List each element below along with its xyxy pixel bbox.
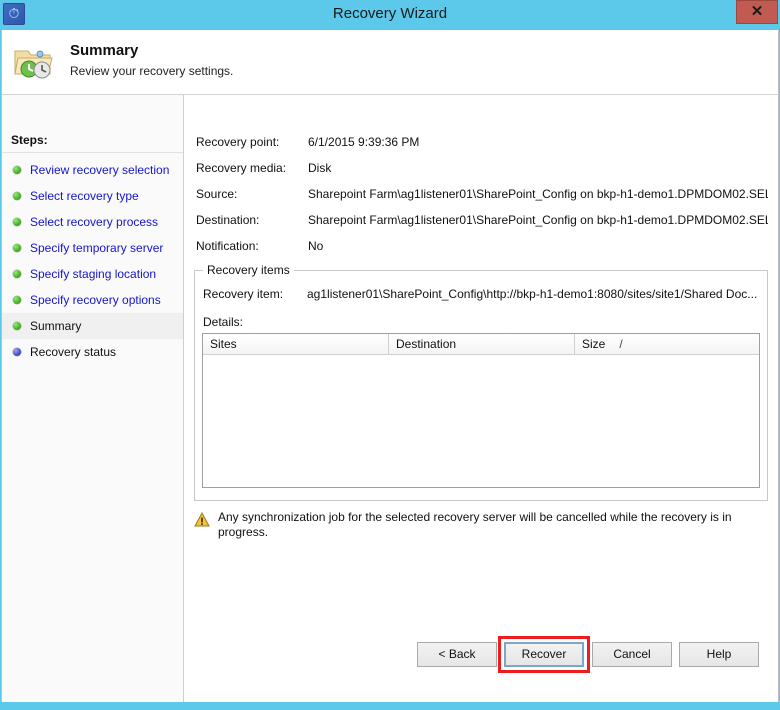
window-title: Recovery Wizard xyxy=(332,5,448,22)
sidebar-step-label: Summary xyxy=(30,319,82,333)
page-title: Summary xyxy=(70,42,139,59)
recovery-item-row: Recovery item: ag1listener01\SharePoint_… xyxy=(203,287,759,307)
column-header-sites-label: Sites xyxy=(210,337,237,351)
summary-content: Recovery point: 6/1/2015 9:39:36 PM Recove… xyxy=(184,95,778,702)
sidebar-step-specify-staging-location[interactable]: Specify staging location xyxy=(2,261,183,287)
step-bullet-icon xyxy=(13,296,21,304)
steps-heading: Steps: xyxy=(11,133,48,147)
step-bullet-icon xyxy=(13,322,21,330)
column-header-sites[interactable]: Sites xyxy=(203,334,389,354)
summary-row-label: Recovery media: xyxy=(196,161,287,175)
sidebar-step-label: Review recovery selection xyxy=(30,163,170,177)
sidebar-step-select-recovery-process[interactable]: Select recovery process xyxy=(2,209,183,235)
summary-row-value: Disk xyxy=(308,161,332,175)
sidebar-step-label: Specify staging location xyxy=(30,267,157,281)
step-bullet-icon xyxy=(13,192,21,200)
summary-row: Notification: No xyxy=(196,239,768,265)
details-table-header: Sites Destination Size / xyxy=(203,334,759,355)
wizard-header: Summary Review your recovery settings. xyxy=(2,30,778,95)
window-client-area: Summary Review your recovery settings. S… xyxy=(1,30,779,702)
recovery-item-label: Recovery item: xyxy=(203,287,284,301)
summary-row: Recovery point: 6/1/2015 9:39:36 PM xyxy=(196,135,768,161)
recovery-items-legend: Recovery items xyxy=(203,263,294,277)
step-bullet-icon xyxy=(13,348,21,356)
details-label: Details: xyxy=(203,315,244,329)
warning-text: Any synchronization job for the selected… xyxy=(218,510,732,539)
column-header-size-label: Size xyxy=(582,337,606,351)
sidebar-step-review-recovery-selection[interactable]: Review recovery selection xyxy=(2,157,183,183)
step-bullet-icon xyxy=(13,244,21,252)
sidebar-step-label: Select recovery type xyxy=(30,189,139,203)
sort-indicator-icon: / xyxy=(619,337,623,351)
sidebar-step-recovery-status[interactable]: Recovery status xyxy=(2,339,183,365)
recovery-wizard-window: ⏱ Recovery Wizard ✕ Summary Review your … xyxy=(0,0,780,710)
sidebar-step-specify-recovery-options[interactable]: Specify recovery options xyxy=(2,287,183,313)
help-button[interactable]: Help xyxy=(679,642,759,667)
close-icon[interactable]: ✕ xyxy=(736,0,778,24)
summary-row-label: Source: xyxy=(196,187,238,201)
sidebar-step-select-recovery-type[interactable]: Select recovery type xyxy=(2,183,183,209)
page-subtitle: Review your recovery settings. xyxy=(70,64,234,78)
summary-row: Recovery media: Disk xyxy=(196,161,768,187)
recovery-items-group: Recovery items Recovery item: ag1listene… xyxy=(194,263,768,501)
sidebar-step-label: Select recovery process xyxy=(30,215,159,229)
summary-row: Destination: Sharepoint Farm\ag1listener0… xyxy=(196,213,768,239)
details-table: Sites Destination Size / xyxy=(202,333,760,488)
sidebar-step-label: Specify temporary server xyxy=(30,241,164,255)
summary-row-label: Notification: xyxy=(196,239,259,253)
steps-sidebar: Steps: Review recovery selection Select r… xyxy=(2,95,184,702)
sidebar-step-specify-temporary-server[interactable]: Specify temporary server xyxy=(2,235,183,261)
details-table-body[interactable] xyxy=(203,355,759,487)
summary-rows: Recovery point: 6/1/2015 9:39:36 PM Recove… xyxy=(196,135,768,265)
recover-button[interactable]: Recover xyxy=(504,642,584,667)
folder-clock-icon xyxy=(12,42,54,82)
sidebar-step-summary[interactable]: Summary xyxy=(2,313,183,339)
summary-row: Source: Sharepoint Farm\ag1listener01\Sha… xyxy=(196,187,768,213)
sidebar-step-label: Specify recovery options xyxy=(30,293,161,307)
warning-triangle-icon xyxy=(194,511,210,527)
column-header-destination-label: Destination xyxy=(396,337,457,351)
summary-row-value: Sharepoint Farm\ag1listener01\SharePoint… xyxy=(308,213,768,227)
step-bullet-icon xyxy=(13,270,21,278)
steps-list: Review recovery selection Select recovery… xyxy=(2,157,183,365)
steps-divider xyxy=(2,152,183,153)
step-bullet-icon xyxy=(13,218,21,226)
summary-row-value: No xyxy=(308,239,324,253)
title-bar: ⏱ Recovery Wizard ✕ xyxy=(0,0,780,30)
footer-button-bar: < Back Recover Cancel Help xyxy=(184,626,778,702)
recovery-item-value: ag1listener01\SharePoint_Config\http://b… xyxy=(307,287,757,301)
step-bullet-icon xyxy=(13,166,21,174)
back-button[interactable]: < Back xyxy=(417,642,497,667)
summary-row-label: Destination: xyxy=(196,213,260,227)
summary-row-value: 6/1/2015 9:39:36 PM xyxy=(308,135,420,149)
cancel-button[interactable]: Cancel xyxy=(592,642,672,667)
column-header-destination[interactable]: Destination xyxy=(389,334,575,354)
window-bottom-strip xyxy=(0,702,780,710)
column-header-size[interactable]: Size / xyxy=(575,334,759,354)
summary-row-value: Sharepoint Farm\ag1listener01\SharePoint… xyxy=(308,187,768,201)
sidebar-step-label: Recovery status xyxy=(30,345,117,359)
summary-row-label: Recovery point: xyxy=(196,135,280,149)
